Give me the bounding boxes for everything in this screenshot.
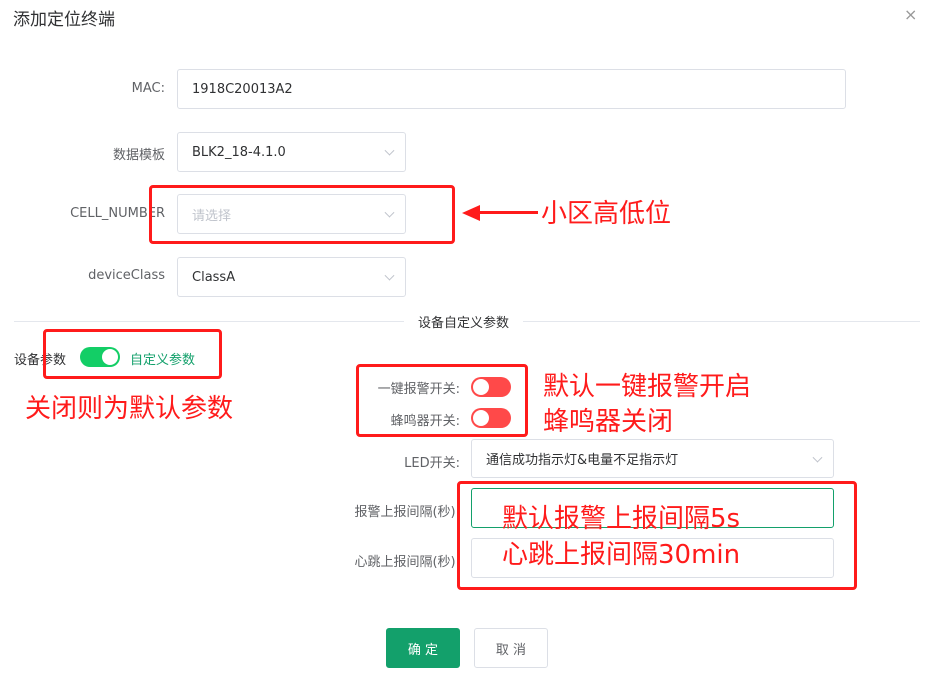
switch-annotation-line2: 蜂鸣器关闭: [543, 407, 674, 437]
led-value: 通信成功指示灯&电量不足指示灯: [486, 453, 679, 468]
interval-annotation-line1: 默认报警上报间隔5s: [502, 504, 741, 534]
chevron-down-icon: [384, 270, 395, 281]
section-divider-title: 设备自定义参数: [404, 312, 524, 331]
switch-annotation-line1: 默认一键报警开启: [543, 372, 752, 402]
mac-input[interactable]: 1918C20013A2: [177, 69, 846, 109]
arrow-left-icon: [462, 205, 480, 221]
arrow-shaft: [478, 211, 538, 214]
led-label: LED开关:: [404, 456, 460, 471]
device-class-value: ClassA: [192, 269, 236, 285]
cell-number-label: CELL_NUMBER: [70, 206, 165, 221]
cell-number-annotation: 小区高低位: [541, 199, 672, 229]
dialog-title: 添加定位终端: [13, 10, 115, 30]
confirm-button[interactable]: 确 定: [386, 628, 460, 668]
alarm-interval-label: 报警上报间隔(秒):: [354, 505, 460, 520]
mac-label: MAC:: [131, 81, 165, 96]
template-label: 数据模板: [112, 148, 165, 163]
cancel-button[interactable]: 取 消: [474, 628, 548, 668]
switches-highlight-box: [356, 364, 528, 437]
cell-number-highlight-box: [149, 185, 455, 244]
chevron-down-icon: [812, 452, 823, 463]
chevron-down-icon: [384, 145, 395, 156]
device-param-highlight-box: [43, 329, 222, 379]
led-select[interactable]: 通信成功指示灯&电量不足指示灯: [471, 439, 834, 478]
device-class-select[interactable]: ClassA: [177, 257, 406, 297]
mac-value: 1918C20013A2: [192, 81, 293, 97]
interval-annotation-line2: 心跳上报间隔30min: [502, 540, 741, 570]
heartbeat-interval-label: 心跳上报间隔(秒):: [354, 555, 460, 570]
template-value: BLK2_18-4.1.0: [192, 144, 286, 160]
device-class-label: deviceClass: [88, 268, 165, 283]
template-select[interactable]: BLK2_18-4.1.0: [177, 132, 406, 172]
device-param-annotation: 关闭则为默认参数: [25, 394, 234, 424]
close-icon[interactable]: ×: [904, 5, 917, 24]
